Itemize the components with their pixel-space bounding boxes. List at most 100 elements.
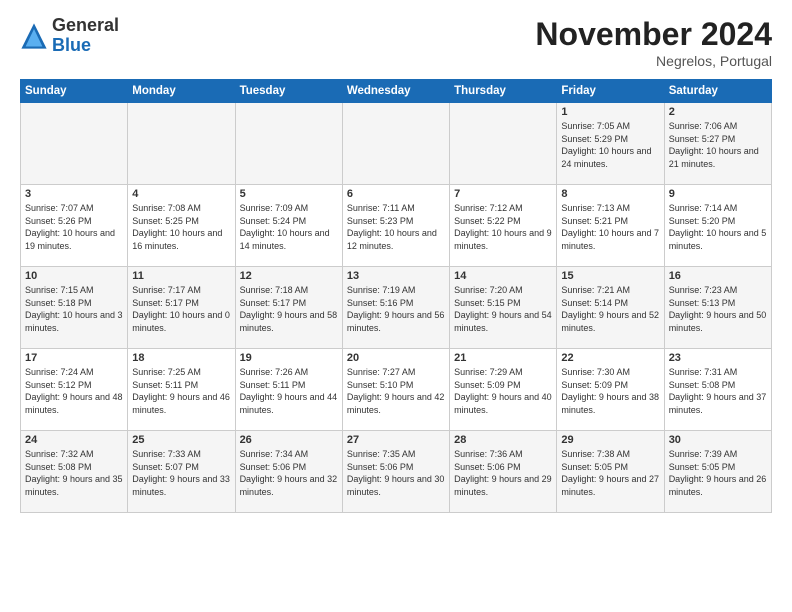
day-info: Sunrise: 7:12 AM Sunset: 5:22 PM Dayligh… [454,202,552,252]
calendar-cell: 6 Sunrise: 7:11 AM Sunset: 5:23 PM Daylig… [342,185,449,267]
day-info: Sunrise: 7:13 AM Sunset: 5:21 PM Dayligh… [561,202,659,252]
day-number: 25 [132,434,230,446]
day-number: 16 [669,270,767,282]
calendar-table: Sunday Monday Tuesday Wednesday Thursday… [20,79,772,513]
month-title: November 2024 [535,16,772,53]
calendar-cell: 18 Sunrise: 7:25 AM Sunset: 5:11 PM Dayli… [128,349,235,431]
day-info: Sunrise: 7:24 AM Sunset: 5:12 PM Dayligh… [25,366,123,416]
calendar-cell: 3Sunrise: 7:07 AM Sunset: 5:26 PM Daylig… [21,185,128,267]
logo-icon [20,22,48,50]
logo: General Blue [20,16,119,56]
day-number: 26 [240,434,338,446]
day-info: Sunrise: 7:39 AM Sunset: 5:05 PM Dayligh… [669,448,767,498]
calendar-week-2: 3Sunrise: 7:07 AM Sunset: 5:26 PM Daylig… [21,185,772,267]
day-info: Sunrise: 7:20 AM Sunset: 5:15 PM Dayligh… [454,284,552,334]
day-number: 19 [240,352,338,364]
col-friday: Friday [557,80,664,103]
calendar-cell: 1Sunrise: 7:05 AM Sunset: 5:29 PM Daylig… [557,103,664,185]
day-info: Sunrise: 7:32 AM Sunset: 5:08 PM Dayligh… [25,448,123,498]
day-number: 28 [454,434,552,446]
day-info: Sunrise: 7:17 AM Sunset: 5:17 PM Dayligh… [132,284,230,334]
day-info: Sunrise: 7:27 AM Sunset: 5:10 PM Dayligh… [347,366,445,416]
calendar-cell [450,103,557,185]
day-number: 29 [561,434,659,446]
day-number: 14 [454,270,552,282]
day-number: 24 [25,434,123,446]
calendar-cell: 27Sunrise: 7:35 AM Sunset: 5:06 PM Dayli… [342,431,449,513]
calendar-cell: 26 Sunrise: 7:34 AM Sunset: 5:06 PM Dayli… [235,431,342,513]
day-number: 4 [132,188,230,200]
calendar-cell: 12Sunrise: 7:18 AM Sunset: 5:17 PM Dayli… [235,267,342,349]
day-info: Sunrise: 7:21 AM Sunset: 5:14 PM Dayligh… [561,284,659,334]
page: General Blue November 2024 Negrelos, Por… [0,0,792,523]
calendar-cell: 30 Sunrise: 7:39 AM Sunset: 5:05 PM Dayli… [664,431,771,513]
day-number: 13 [347,270,445,282]
calendar-cell [235,103,342,185]
calendar-cell: 10 Sunrise: 7:15 AM Sunset: 5:18 PM Dayli… [21,267,128,349]
calendar-cell: 20 Sunrise: 7:27 AM Sunset: 5:10 PM Dayli… [342,349,449,431]
calendar-cell: 13Sunrise: 7:19 AM Sunset: 5:16 PM Dayli… [342,267,449,349]
day-number: 10 [25,270,123,282]
calendar-cell: 29 Sunrise: 7:38 AM Sunset: 5:05 PM Dayli… [557,431,664,513]
day-info: Sunrise: 7:11 AM Sunset: 5:23 PM Dayligh… [347,202,445,252]
day-info: Sunrise: 7:08 AM Sunset: 5:25 PM Dayligh… [132,202,230,252]
logo-blue: Blue [52,35,91,55]
calendar-cell: 17Sunrise: 7:24 AM Sunset: 5:12 PM Dayli… [21,349,128,431]
calendar-cell: 22Sunrise: 7:30 AM Sunset: 5:09 PM Dayli… [557,349,664,431]
day-info: Sunrise: 7:15 AM Sunset: 5:18 PM Dayligh… [25,284,123,334]
day-number: 27 [347,434,445,446]
day-number: 9 [669,188,767,200]
day-info: Sunrise: 7:38 AM Sunset: 5:05 PM Dayligh… [561,448,659,498]
calendar-cell: 28Sunrise: 7:36 AM Sunset: 5:06 PM Dayli… [450,431,557,513]
day-number: 20 [347,352,445,364]
day-number: 23 [669,352,767,364]
col-thursday: Thursday [450,80,557,103]
calendar-cell: 11Sunrise: 7:17 AM Sunset: 5:17 PM Dayli… [128,267,235,349]
day-number: 2 [669,106,767,118]
day-info: Sunrise: 7:34 AM Sunset: 5:06 PM Dayligh… [240,448,338,498]
day-number: 8 [561,188,659,200]
calendar-cell: 19Sunrise: 7:26 AM Sunset: 5:11 PM Dayli… [235,349,342,431]
calendar-cell: 14 Sunrise: 7:20 AM Sunset: 5:15 PM Dayli… [450,267,557,349]
calendar-cell: 23 Sunrise: 7:31 AM Sunset: 5:08 PM Dayli… [664,349,771,431]
calendar-cell [21,103,128,185]
day-number: 1 [561,106,659,118]
day-info: Sunrise: 7:25 AM Sunset: 5:11 PM Dayligh… [132,366,230,416]
col-saturday: Saturday [664,80,771,103]
col-monday: Monday [128,80,235,103]
calendar-cell: 8 Sunrise: 7:13 AM Sunset: 5:21 PM Daylig… [557,185,664,267]
calendar-body: 1Sunrise: 7:05 AM Sunset: 5:29 PM Daylig… [21,103,772,513]
calendar-cell: 24 Sunrise: 7:32 AM Sunset: 5:08 PM Dayli… [21,431,128,513]
day-info: Sunrise: 7:30 AM Sunset: 5:09 PM Dayligh… [561,366,659,416]
calendar-cell: 21 Sunrise: 7:29 AM Sunset: 5:09 PM Dayli… [450,349,557,431]
calendar-cell: 25 Sunrise: 7:33 AM Sunset: 5:07 PM Dayli… [128,431,235,513]
day-info: Sunrise: 7:14 AM Sunset: 5:20 PM Dayligh… [669,202,767,252]
day-number: 5 [240,188,338,200]
day-info: Sunrise: 7:23 AM Sunset: 5:13 PM Dayligh… [669,284,767,334]
header: General Blue November 2024 Negrelos, Por… [20,16,772,69]
day-number: 6 [347,188,445,200]
day-info: Sunrise: 7:29 AM Sunset: 5:09 PM Dayligh… [454,366,552,416]
col-tuesday: Tuesday [235,80,342,103]
day-info: Sunrise: 7:09 AM Sunset: 5:24 PM Dayligh… [240,202,338,252]
day-number: 15 [561,270,659,282]
calendar-cell: 4 Sunrise: 7:08 AM Sunset: 5:25 PM Daylig… [128,185,235,267]
day-number: 12 [240,270,338,282]
calendar-week-4: 17Sunrise: 7:24 AM Sunset: 5:12 PM Dayli… [21,349,772,431]
title-block: November 2024 Negrelos, Portugal [535,16,772,69]
col-sunday: Sunday [21,80,128,103]
day-number: 18 [132,352,230,364]
day-number: 7 [454,188,552,200]
day-info: Sunrise: 7:33 AM Sunset: 5:07 PM Dayligh… [132,448,230,498]
calendar-week-3: 10 Sunrise: 7:15 AM Sunset: 5:18 PM Dayli… [21,267,772,349]
day-number: 3 [25,188,123,200]
calendar-cell: 16 Sunrise: 7:23 AM Sunset: 5:13 PM Dayli… [664,267,771,349]
day-number: 21 [454,352,552,364]
day-info: Sunrise: 7:31 AM Sunset: 5:08 PM Dayligh… [669,366,767,416]
calendar-cell: 7 Sunrise: 7:12 AM Sunset: 5:22 PM Daylig… [450,185,557,267]
logo-general: General [52,15,119,35]
col-wednesday: Wednesday [342,80,449,103]
calendar-cell: 2 Sunrise: 7:06 AM Sunset: 5:27 PM Daylig… [664,103,771,185]
day-number: 30 [669,434,767,446]
day-info: Sunrise: 7:06 AM Sunset: 5:27 PM Dayligh… [669,120,767,170]
